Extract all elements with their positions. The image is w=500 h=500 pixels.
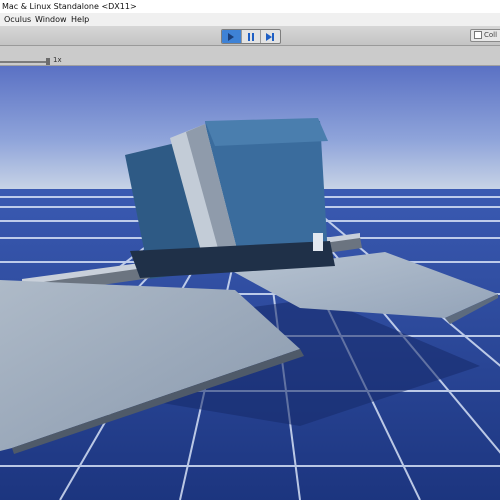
scene-render: [0, 66, 500, 500]
menu-help[interactable]: Help: [71, 13, 89, 26]
toolbar: Coll: [0, 26, 500, 46]
side-stripe: [313, 233, 323, 251]
game-viewport[interactable]: [0, 66, 500, 500]
playmode-controls: [221, 29, 281, 44]
step-button[interactable]: [261, 30, 280, 43]
collab-button[interactable]: Coll: [470, 29, 500, 42]
scale-label: 1x: [53, 56, 62, 64]
scale-slider-thumb[interactable]: [46, 58, 50, 65]
body-top: [205, 118, 328, 146]
checkbox-icon: [474, 31, 482, 39]
play-icon: [228, 32, 235, 41]
pause-button[interactable]: [242, 30, 262, 43]
menu-oculus[interactable]: Oculus: [4, 13, 31, 26]
step-icon: [266, 32, 275, 41]
menu-bar: Oculus Window Help: [0, 13, 500, 26]
pause-icon: [248, 32, 254, 41]
game-view-toolbar: 1x: [0, 46, 500, 66]
collab-label: Coll: [484, 31, 498, 39]
scale-slider-track[interactable]: [0, 61, 48, 63]
play-button[interactable]: [222, 30, 242, 43]
window-title: Mac & Linux Standalone <DX11>: [0, 0, 500, 13]
menu-window[interactable]: Window: [35, 13, 67, 26]
